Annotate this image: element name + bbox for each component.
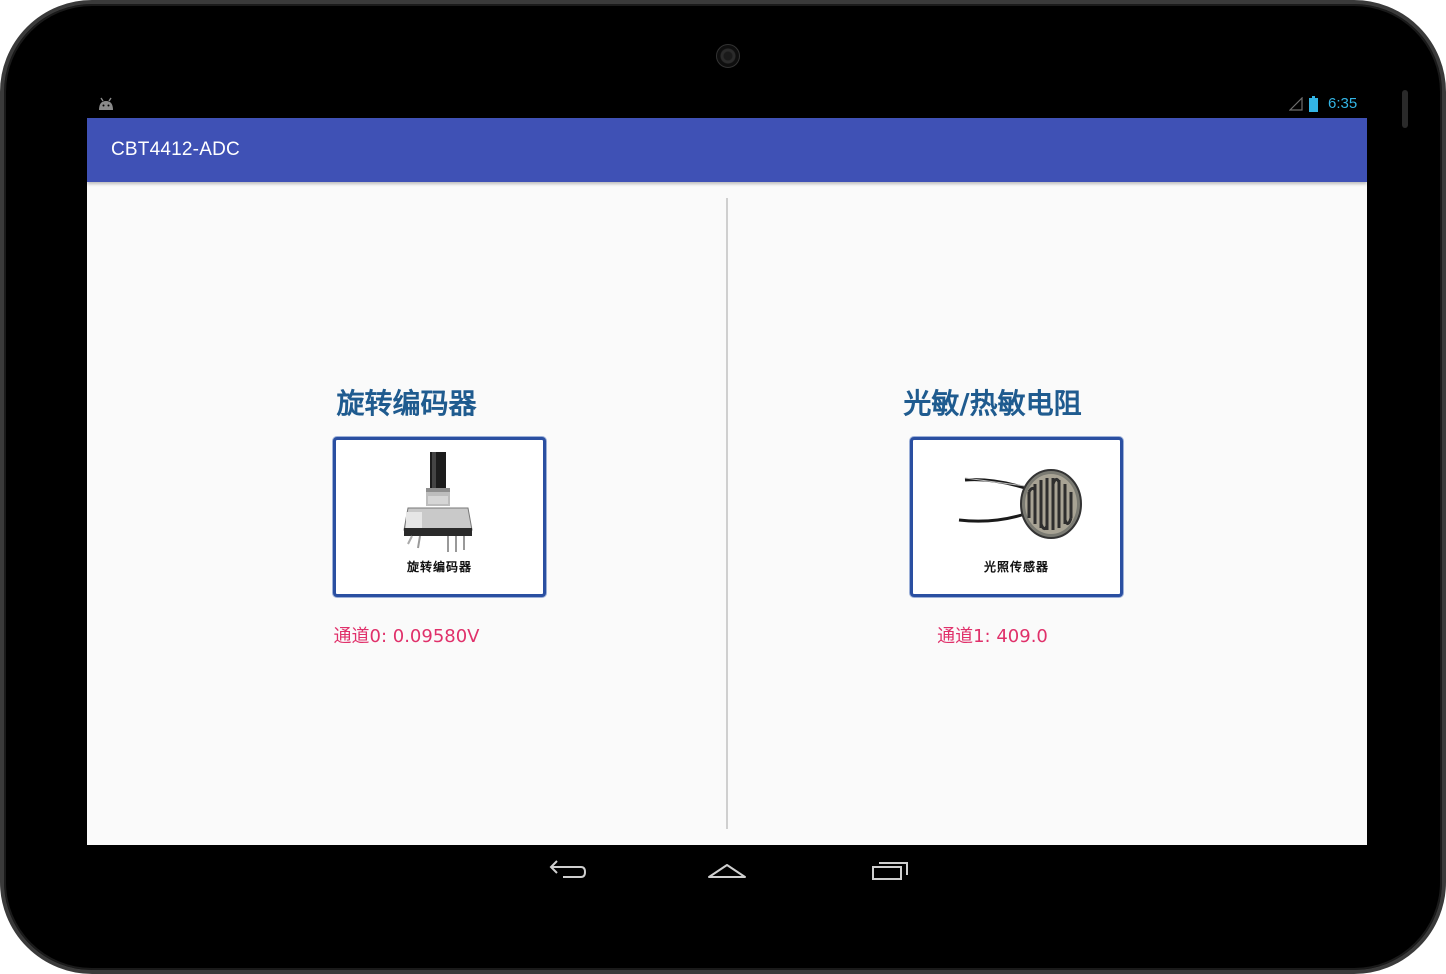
recents-icon[interactable] bbox=[865, 855, 913, 885]
app-title: CBT4412-ADC bbox=[111, 139, 240, 160]
photoresistor-title: 光敏/热敏电阻 bbox=[903, 387, 1082, 420]
photoresistor-image-button[interactable]: 光照传感器 bbox=[910, 437, 1123, 597]
battery-icon bbox=[1309, 96, 1318, 112]
home-icon[interactable] bbox=[703, 855, 751, 885]
photoresistor-panel: 光敏/热敏电阻 光照传感器 通道1: 409.0 bbox=[728, 182, 1367, 845]
encoder-panel: 旋转编码器 旋转编码器 通道0: 0.09580V bbox=[87, 182, 726, 845]
signal-icon bbox=[1289, 97, 1303, 111]
camera-icon bbox=[716, 44, 740, 68]
channel0-reading: 通道0: 0.09580V bbox=[333, 626, 480, 647]
side-button bbox=[1402, 90, 1408, 128]
navigation-bar bbox=[87, 845, 1367, 895]
back-icon[interactable] bbox=[541, 855, 589, 885]
encoder-image-button[interactable]: 旋转编码器 bbox=[333, 437, 546, 597]
encoder-card-caption: 旋转编码器 bbox=[406, 560, 472, 574]
android-debug-icon bbox=[99, 97, 113, 110]
photoresistor-card-caption: 光照传感器 bbox=[983, 560, 1049, 574]
screen: 6:35 CBT4412-ADC 旋转编码器 旋转编码器 通道0: 0.0958… bbox=[87, 88, 1367, 895]
status-clock: 6:35 bbox=[1328, 95, 1358, 112]
main-content: 旋转编码器 旋转编码器 通道0: 0.09580V 光敏/热敏电阻 光照传感器 … bbox=[87, 182, 1367, 845]
encoder-title: 旋转编码器 bbox=[336, 387, 477, 420]
app-toolbar: CBT4412-ADC bbox=[87, 118, 1367, 182]
status-bar: 6:35 bbox=[87, 88, 1367, 118]
tablet-frame: 6:35 CBT4412-ADC 旋转编码器 旋转编码器 通道0: 0.0958… bbox=[0, 0, 1446, 974]
channel1-reading: 通道1: 409.0 bbox=[937, 626, 1048, 647]
